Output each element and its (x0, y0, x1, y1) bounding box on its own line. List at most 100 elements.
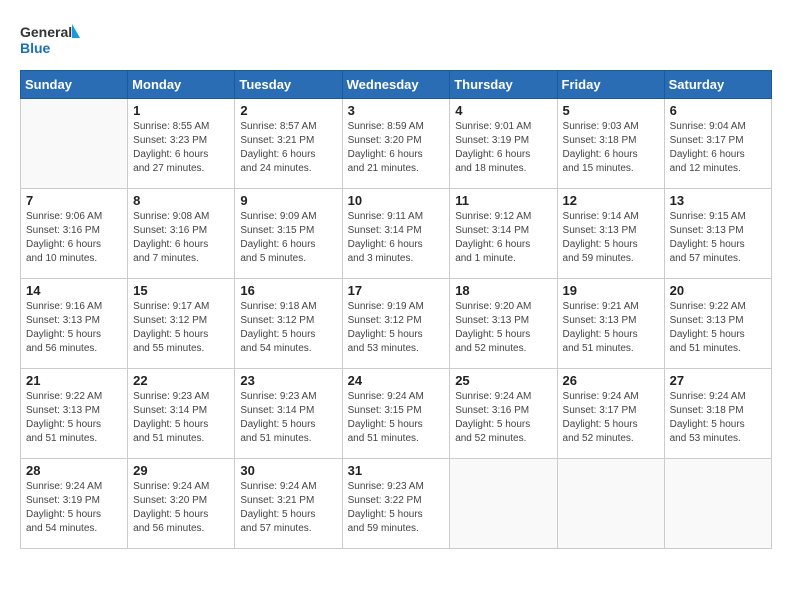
day-info: Sunrise: 9:22 AMSunset: 3:13 PMDaylight:… (670, 300, 766, 356)
weekday-header-sunday: Sunday (21, 71, 128, 99)
day-number: 2 (240, 103, 336, 118)
day-number: 7 (26, 193, 122, 208)
day-info: Sunrise: 9:24 AMSunset: 3:18 PMDaylight:… (670, 390, 766, 446)
day-cell: 20 Sunrise: 9:22 AMSunset: 3:13 PMDayligh… (664, 279, 771, 369)
day-number: 3 (348, 103, 445, 118)
day-info: Sunrise: 9:23 AMSunset: 3:14 PMDaylight:… (240, 390, 336, 446)
day-cell: 14 Sunrise: 9:16 AMSunset: 3:13 PMDayligh… (21, 279, 128, 369)
day-cell: 10 Sunrise: 9:11 AMSunset: 3:14 PMDayligh… (342, 189, 450, 279)
day-info: Sunrise: 8:59 AMSunset: 3:20 PMDaylight:… (348, 120, 445, 176)
day-info: Sunrise: 9:08 AMSunset: 3:16 PMDaylight:… (133, 210, 229, 266)
day-cell: 30 Sunrise: 9:24 AMSunset: 3:21 PMDayligh… (235, 459, 342, 549)
week-row-4: 21 Sunrise: 9:22 AMSunset: 3:13 PMDayligh… (21, 369, 772, 459)
day-info: Sunrise: 9:04 AMSunset: 3:17 PMDaylight:… (670, 120, 766, 176)
svg-text:General: General (20, 24, 72, 40)
day-number: 10 (348, 193, 445, 208)
day-number: 26 (563, 373, 659, 388)
day-info: Sunrise: 9:24 AMSunset: 3:21 PMDaylight:… (240, 480, 336, 536)
week-row-2: 7 Sunrise: 9:06 AMSunset: 3:16 PMDaylight… (21, 189, 772, 279)
day-number: 19 (563, 283, 659, 298)
day-number: 24 (348, 373, 445, 388)
day-number: 1 (133, 103, 229, 118)
day-number: 4 (455, 103, 551, 118)
day-cell: 7 Sunrise: 9:06 AMSunset: 3:16 PMDaylight… (21, 189, 128, 279)
day-info: Sunrise: 8:55 AMSunset: 3:23 PMDaylight:… (133, 120, 229, 176)
weekday-header-thursday: Thursday (450, 71, 557, 99)
day-info: Sunrise: 9:24 AMSunset: 3:19 PMDaylight:… (26, 480, 122, 536)
logo-svg: General Blue (20, 20, 80, 60)
day-cell: 15 Sunrise: 9:17 AMSunset: 3:12 PMDayligh… (128, 279, 235, 369)
day-info: Sunrise: 9:01 AMSunset: 3:19 PMDaylight:… (455, 120, 551, 176)
day-info: Sunrise: 9:12 AMSunset: 3:14 PMDaylight:… (455, 210, 551, 266)
day-number: 5 (563, 103, 659, 118)
day-cell (557, 459, 664, 549)
svg-text:Blue: Blue (20, 40, 51, 56)
day-info: Sunrise: 8:57 AMSunset: 3:21 PMDaylight:… (240, 120, 336, 176)
day-cell: 5Sunrise: 9:03 AMSunset: 3:18 PMDaylight… (557, 99, 664, 189)
day-number: 15 (133, 283, 229, 298)
weekday-header-friday: Friday (557, 71, 664, 99)
day-number: 23 (240, 373, 336, 388)
day-cell: 3 Sunrise: 8:59 AMSunset: 3:20 PMDaylight… (342, 99, 450, 189)
weekday-header-wednesday: Wednesday (342, 71, 450, 99)
day-info: Sunrise: 9:23 AMSunset: 3:22 PMDaylight:… (348, 480, 445, 536)
day-cell: 31 Sunrise: 9:23 AMSunset: 3:22 PMDayligh… (342, 459, 450, 549)
day-cell: 18Sunrise: 9:20 AMSunset: 3:13 PMDayligh… (450, 279, 557, 369)
page-header: General Blue (20, 20, 772, 60)
day-info: Sunrise: 9:15 AMSunset: 3:13 PMDaylight:… (670, 210, 766, 266)
day-number: 6 (670, 103, 766, 118)
day-info: Sunrise: 9:24 AMSunset: 3:20 PMDaylight:… (133, 480, 229, 536)
week-row-5: 28 Sunrise: 9:24 AMSunset: 3:19 PMDayligh… (21, 459, 772, 549)
day-cell: 1 Sunrise: 8:55 AMSunset: 3:23 PMDaylight… (128, 99, 235, 189)
day-cell: 8 Sunrise: 9:08 AMSunset: 3:16 PMDaylight… (128, 189, 235, 279)
day-number: 31 (348, 463, 445, 478)
day-info: Sunrise: 9:24 AMSunset: 3:15 PMDaylight:… (348, 390, 445, 446)
day-number: 11 (455, 193, 551, 208)
day-info: Sunrise: 9:09 AMSunset: 3:15 PMDaylight:… (240, 210, 336, 266)
day-cell: 27 Sunrise: 9:24 AMSunset: 3:18 PMDayligh… (664, 369, 771, 459)
day-number: 27 (670, 373, 766, 388)
day-cell: 11 Sunrise: 9:12 AMSunset: 3:14 PMDayligh… (450, 189, 557, 279)
day-number: 12 (563, 193, 659, 208)
day-cell: 29 Sunrise: 9:24 AMSunset: 3:20 PMDayligh… (128, 459, 235, 549)
day-cell: 13 Sunrise: 9:15 AMSunset: 3:13 PMDayligh… (664, 189, 771, 279)
day-cell: 4 Sunrise: 9:01 AMSunset: 3:19 PMDaylight… (450, 99, 557, 189)
week-row-1: 1 Sunrise: 8:55 AMSunset: 3:23 PMDaylight… (21, 99, 772, 189)
day-number: 16 (240, 283, 336, 298)
day-info: Sunrise: 9:24 AMSunset: 3:16 PMDaylight:… (455, 390, 551, 446)
day-number: 8 (133, 193, 229, 208)
day-number: 28 (26, 463, 122, 478)
day-info: Sunrise: 9:14 AMSunset: 3:13 PMDaylight:… (563, 210, 659, 266)
day-number: 29 (133, 463, 229, 478)
day-number: 20 (670, 283, 766, 298)
calendar-table: SundayMondayTuesdayWednesdayThursdayFrid… (20, 70, 772, 549)
day-cell: 28 Sunrise: 9:24 AMSunset: 3:19 PMDayligh… (21, 459, 128, 549)
day-number: 17 (348, 283, 445, 298)
day-cell: 23 Sunrise: 9:23 AMSunset: 3:14 PMDayligh… (235, 369, 342, 459)
weekday-header-tuesday: Tuesday (235, 71, 342, 99)
day-info: Sunrise: 9:24 AMSunset: 3:17 PMDaylight:… (563, 390, 659, 446)
day-info: Sunrise: 9:22 AMSunset: 3:13 PMDaylight:… (26, 390, 122, 446)
day-info: Sunrise: 9:23 AMSunset: 3:14 PMDaylight:… (133, 390, 229, 446)
logo: General Blue (20, 20, 80, 60)
day-info: Sunrise: 9:06 AMSunset: 3:16 PMDaylight:… (26, 210, 122, 266)
weekday-header-monday: Monday (128, 71, 235, 99)
day-cell: 21 Sunrise: 9:22 AMSunset: 3:13 PMDayligh… (21, 369, 128, 459)
day-info: Sunrise: 9:16 AMSunset: 3:13 PMDaylight:… (26, 300, 122, 356)
day-number: 30 (240, 463, 336, 478)
day-cell: 19Sunrise: 9:21 AMSunset: 3:13 PMDayligh… (557, 279, 664, 369)
day-number: 18 (455, 283, 551, 298)
day-number: 22 (133, 373, 229, 388)
day-cell (664, 459, 771, 549)
day-number: 14 (26, 283, 122, 298)
day-number: 13 (670, 193, 766, 208)
day-number: 21 (26, 373, 122, 388)
day-cell: 6 Sunrise: 9:04 AMSunset: 3:17 PMDaylight… (664, 99, 771, 189)
weekday-header-row: SundayMondayTuesdayWednesdayThursdayFrid… (21, 71, 772, 99)
day-cell (450, 459, 557, 549)
weekday-header-saturday: Saturday (664, 71, 771, 99)
day-info: Sunrise: 9:11 AMSunset: 3:14 PMDaylight:… (348, 210, 445, 266)
day-info: Sunrise: 9:17 AMSunset: 3:12 PMDaylight:… (133, 300, 229, 356)
day-cell: 24 Sunrise: 9:24 AMSunset: 3:15 PMDayligh… (342, 369, 450, 459)
day-number: 9 (240, 193, 336, 208)
